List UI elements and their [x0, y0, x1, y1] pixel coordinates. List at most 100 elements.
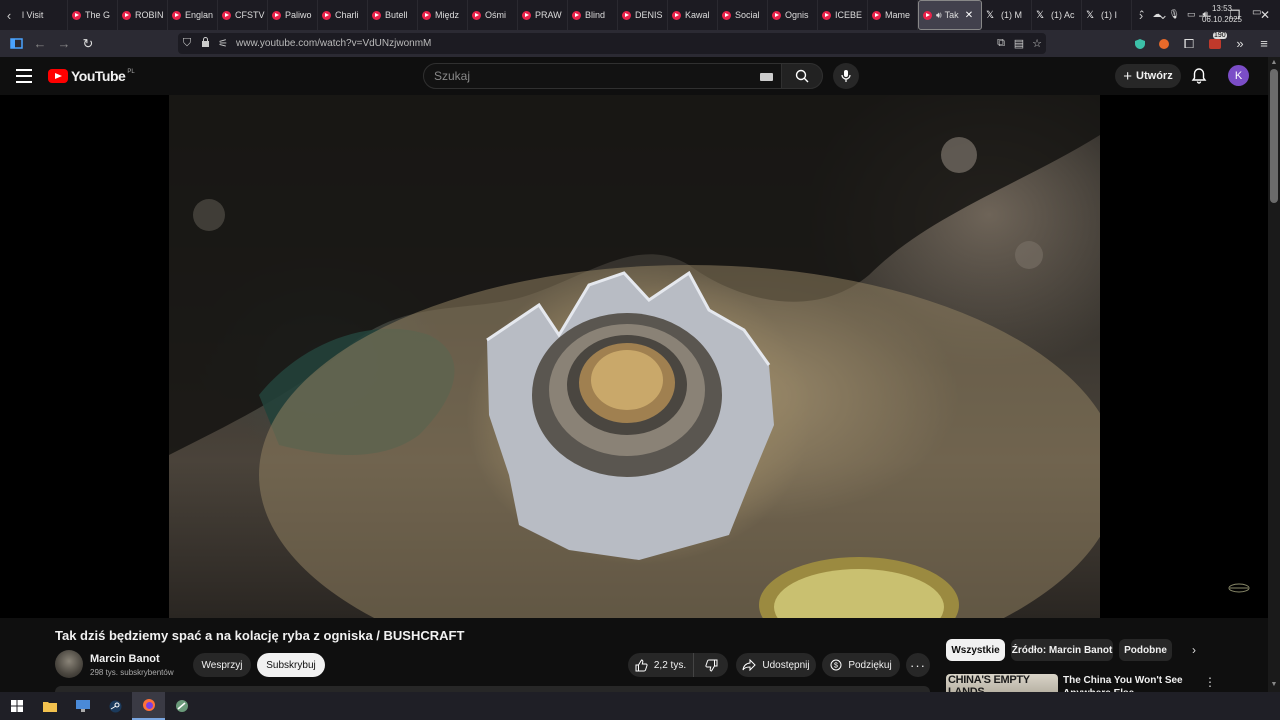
browser-tab[interactable]: 🔊︎ Tak ✕ — [918, 0, 982, 30]
more-vertical-icon[interactable]: ⋮ — [1204, 675, 1216, 689]
browser-tab[interactable]: Ośmi — [468, 0, 518, 30]
sidebar-toggle-icon[interactable] — [4, 32, 28, 56]
support-button[interactable]: Wesprzyj — [193, 653, 251, 677]
browser-tab-label: Tak — [944, 10, 959, 20]
browser-tab[interactable]: Blind — [568, 0, 618, 30]
tab-audio-icon[interactable]: 🔊︎ — [936, 10, 942, 21]
guide-menu-icon[interactable] — [14, 67, 34, 85]
recommendation-thumbnail[interactable]: CHINA'S EMPTY LANDS — [946, 674, 1058, 692]
dislike-button[interactable] — [693, 653, 728, 677]
page-scrollbar[interactable]: ▲ ▼ — [1268, 57, 1280, 692]
onedrive-icon[interactable]: ☁ — [1153, 9, 1162, 20]
youtube-favicon-icon — [322, 10, 331, 20]
browser-tab-label: l Visit — [22, 10, 44, 20]
scroll-up-icon[interactable]: ▲ — [1270, 59, 1278, 66]
youtube-favicon-icon — [222, 10, 231, 20]
url-bar[interactable]: ⛉ ⚟ www.youtube.com/watch?v=VdUNzjwonmM … — [178, 33, 1046, 54]
youtube-favicon-icon — [72, 10, 81, 20]
account-avatar[interactable]: K — [1228, 65, 1249, 86]
more-actions-button[interactable]: ··· — [906, 653, 930, 677]
search-button[interactable] — [781, 63, 823, 89]
firefox-icon[interactable] — [132, 692, 165, 720]
share-label: Udostępnij — [762, 659, 810, 671]
browser-tab[interactable]: The G — [68, 0, 118, 30]
create-button[interactable]: + Utwórz — [1115, 64, 1181, 88]
lock-icon[interactable] — [196, 37, 214, 50]
browser-tab[interactable]: 𝕏 (1) I — [1082, 0, 1132, 30]
start-windows-icon[interactable] — [0, 692, 33, 720]
video-player[interactable] — [0, 95, 1268, 618]
file-explorer-icon[interactable] — [33, 692, 66, 720]
browser-tab[interactable]: Paliwo — [268, 0, 318, 30]
search-input[interactable]: Szukaj — [423, 63, 782, 89]
region-code: PL — [127, 69, 135, 75]
network-icon[interactable]: ▭ — [1187, 9, 1196, 20]
thanks-button[interactable]: $ Podziękuj — [822, 653, 900, 677]
overflow-menu-icon[interactable]: » — [1228, 32, 1252, 56]
browser-tab[interactable]: CFSTV — [218, 0, 268, 30]
browser-tab[interactable]: Ognis — [768, 0, 818, 30]
channel-avatar[interactable] — [55, 650, 83, 678]
browser-tab[interactable]: Międz — [418, 0, 468, 30]
browser-tab[interactable]: 𝕏 (1) Ac — [1032, 0, 1082, 30]
chip-similar[interactable]: Podobne — [1119, 639, 1172, 661]
remote-desktop-icon[interactable] — [66, 692, 99, 720]
video-frame[interactable] — [169, 95, 1100, 618]
voice-search-button[interactable] — [833, 63, 859, 89]
browser-tab[interactable]: Englan — [168, 0, 218, 30]
youtube-favicon-icon — [522, 10, 531, 20]
browser-tab[interactable]: Charli — [318, 0, 368, 30]
youtube-favicon-icon — [572, 10, 581, 20]
browser-tab[interactable]: DENIS — [618, 0, 668, 30]
recommendation-title[interactable]: The China You Won't See Anywhere Else — [1063, 674, 1193, 692]
tray-overflow-icon[interactable]: ⌃ — [1138, 9, 1146, 20]
close-tab-icon[interactable]: ✕ — [965, 10, 973, 21]
app-tool-icon[interactable] — [165, 692, 198, 720]
app-menu-icon[interactable]: ≡ — [1252, 32, 1276, 56]
vpn-extension-icon[interactable] — [1128, 32, 1152, 56]
taskbar-clock[interactable]: 13:53 06.10.2025 — [1198, 3, 1246, 25]
thumbs-up-icon — [635, 658, 648, 671]
scroll-down-icon[interactable]: ▼ — [1270, 681, 1278, 688]
reload-icon[interactable]: ↻ — [76, 32, 100, 56]
browser-tab[interactable]: ICEBE — [818, 0, 868, 30]
notification-center-icon[interactable]: ▭ — [1252, 7, 1264, 19]
tab-scroll-left-icon[interactable]: ‹ — [0, 8, 18, 23]
browser-tab[interactable]: Butell — [368, 0, 418, 30]
subscriber-count: 298 tys. subskrybentów — [90, 668, 174, 677]
chip-from-channel[interactable]: Źródło: Marcin Banot — [1011, 639, 1113, 661]
extension-badge-icon[interactable]: 190 — [1203, 31, 1227, 56]
steam-icon[interactable] — [99, 692, 132, 720]
channel-watermark-icon[interactable] — [1228, 582, 1250, 594]
keyboard-icon[interactable] — [760, 73, 773, 81]
youtube-logo[interactable]: YouTube PL — [48, 68, 135, 84]
share-icon — [742, 659, 757, 671]
back-icon[interactable]: ← — [28, 32, 52, 56]
microphone-tray-icon[interactable]: 🎙︎ — [1169, 9, 1180, 20]
browser-tab[interactable]: Social — [718, 0, 768, 30]
browser-tab[interactable]: l Visit — [18, 0, 68, 30]
scrollbar-thumb[interactable] — [1270, 69, 1278, 203]
like-button[interactable]: 2,2 tys. — [628, 653, 693, 677]
permissions-icon[interactable]: ⚟ — [214, 37, 232, 50]
notifications-bell-icon[interactable] — [1190, 67, 1208, 85]
extension-fox-icon[interactable] — [1152, 32, 1176, 56]
reader-view-icon[interactable]: ▤ — [1010, 37, 1028, 50]
forward-icon[interactable]: → — [52, 32, 76, 56]
browser-tab[interactable]: Kawal — [668, 0, 718, 30]
extensions-icon[interactable]: ⧠ — [1177, 32, 1201, 56]
browser-tab-label: (1) I — [1101, 10, 1118, 20]
bookmark-star-icon[interactable]: ☆ — [1028, 37, 1046, 50]
chip-all[interactable]: Wszystkie — [946, 639, 1005, 661]
browser-tab[interactable]: ROBIN — [118, 0, 168, 30]
shield-icon[interactable]: ⛉ — [178, 37, 196, 50]
browser-tab[interactable]: 𝕏 (1) M — [982, 0, 1032, 30]
share-button[interactable]: Udostępnij — [736, 653, 816, 677]
url-text[interactable]: www.youtube.com/watch?v=VdUNzjwonmM — [236, 38, 431, 49]
chevron-right-icon[interactable]: › — [1192, 643, 1204, 657]
subscribe-button[interactable]: Subskrybuj — [257, 653, 325, 677]
browser-tab[interactable]: PRAW — [518, 0, 568, 30]
browser-tab[interactable]: Mame — [868, 0, 918, 30]
picture-in-picture-icon[interactable]: ⧉ — [992, 37, 1010, 50]
channel-name[interactable]: Marcin Banot — [90, 653, 160, 665]
